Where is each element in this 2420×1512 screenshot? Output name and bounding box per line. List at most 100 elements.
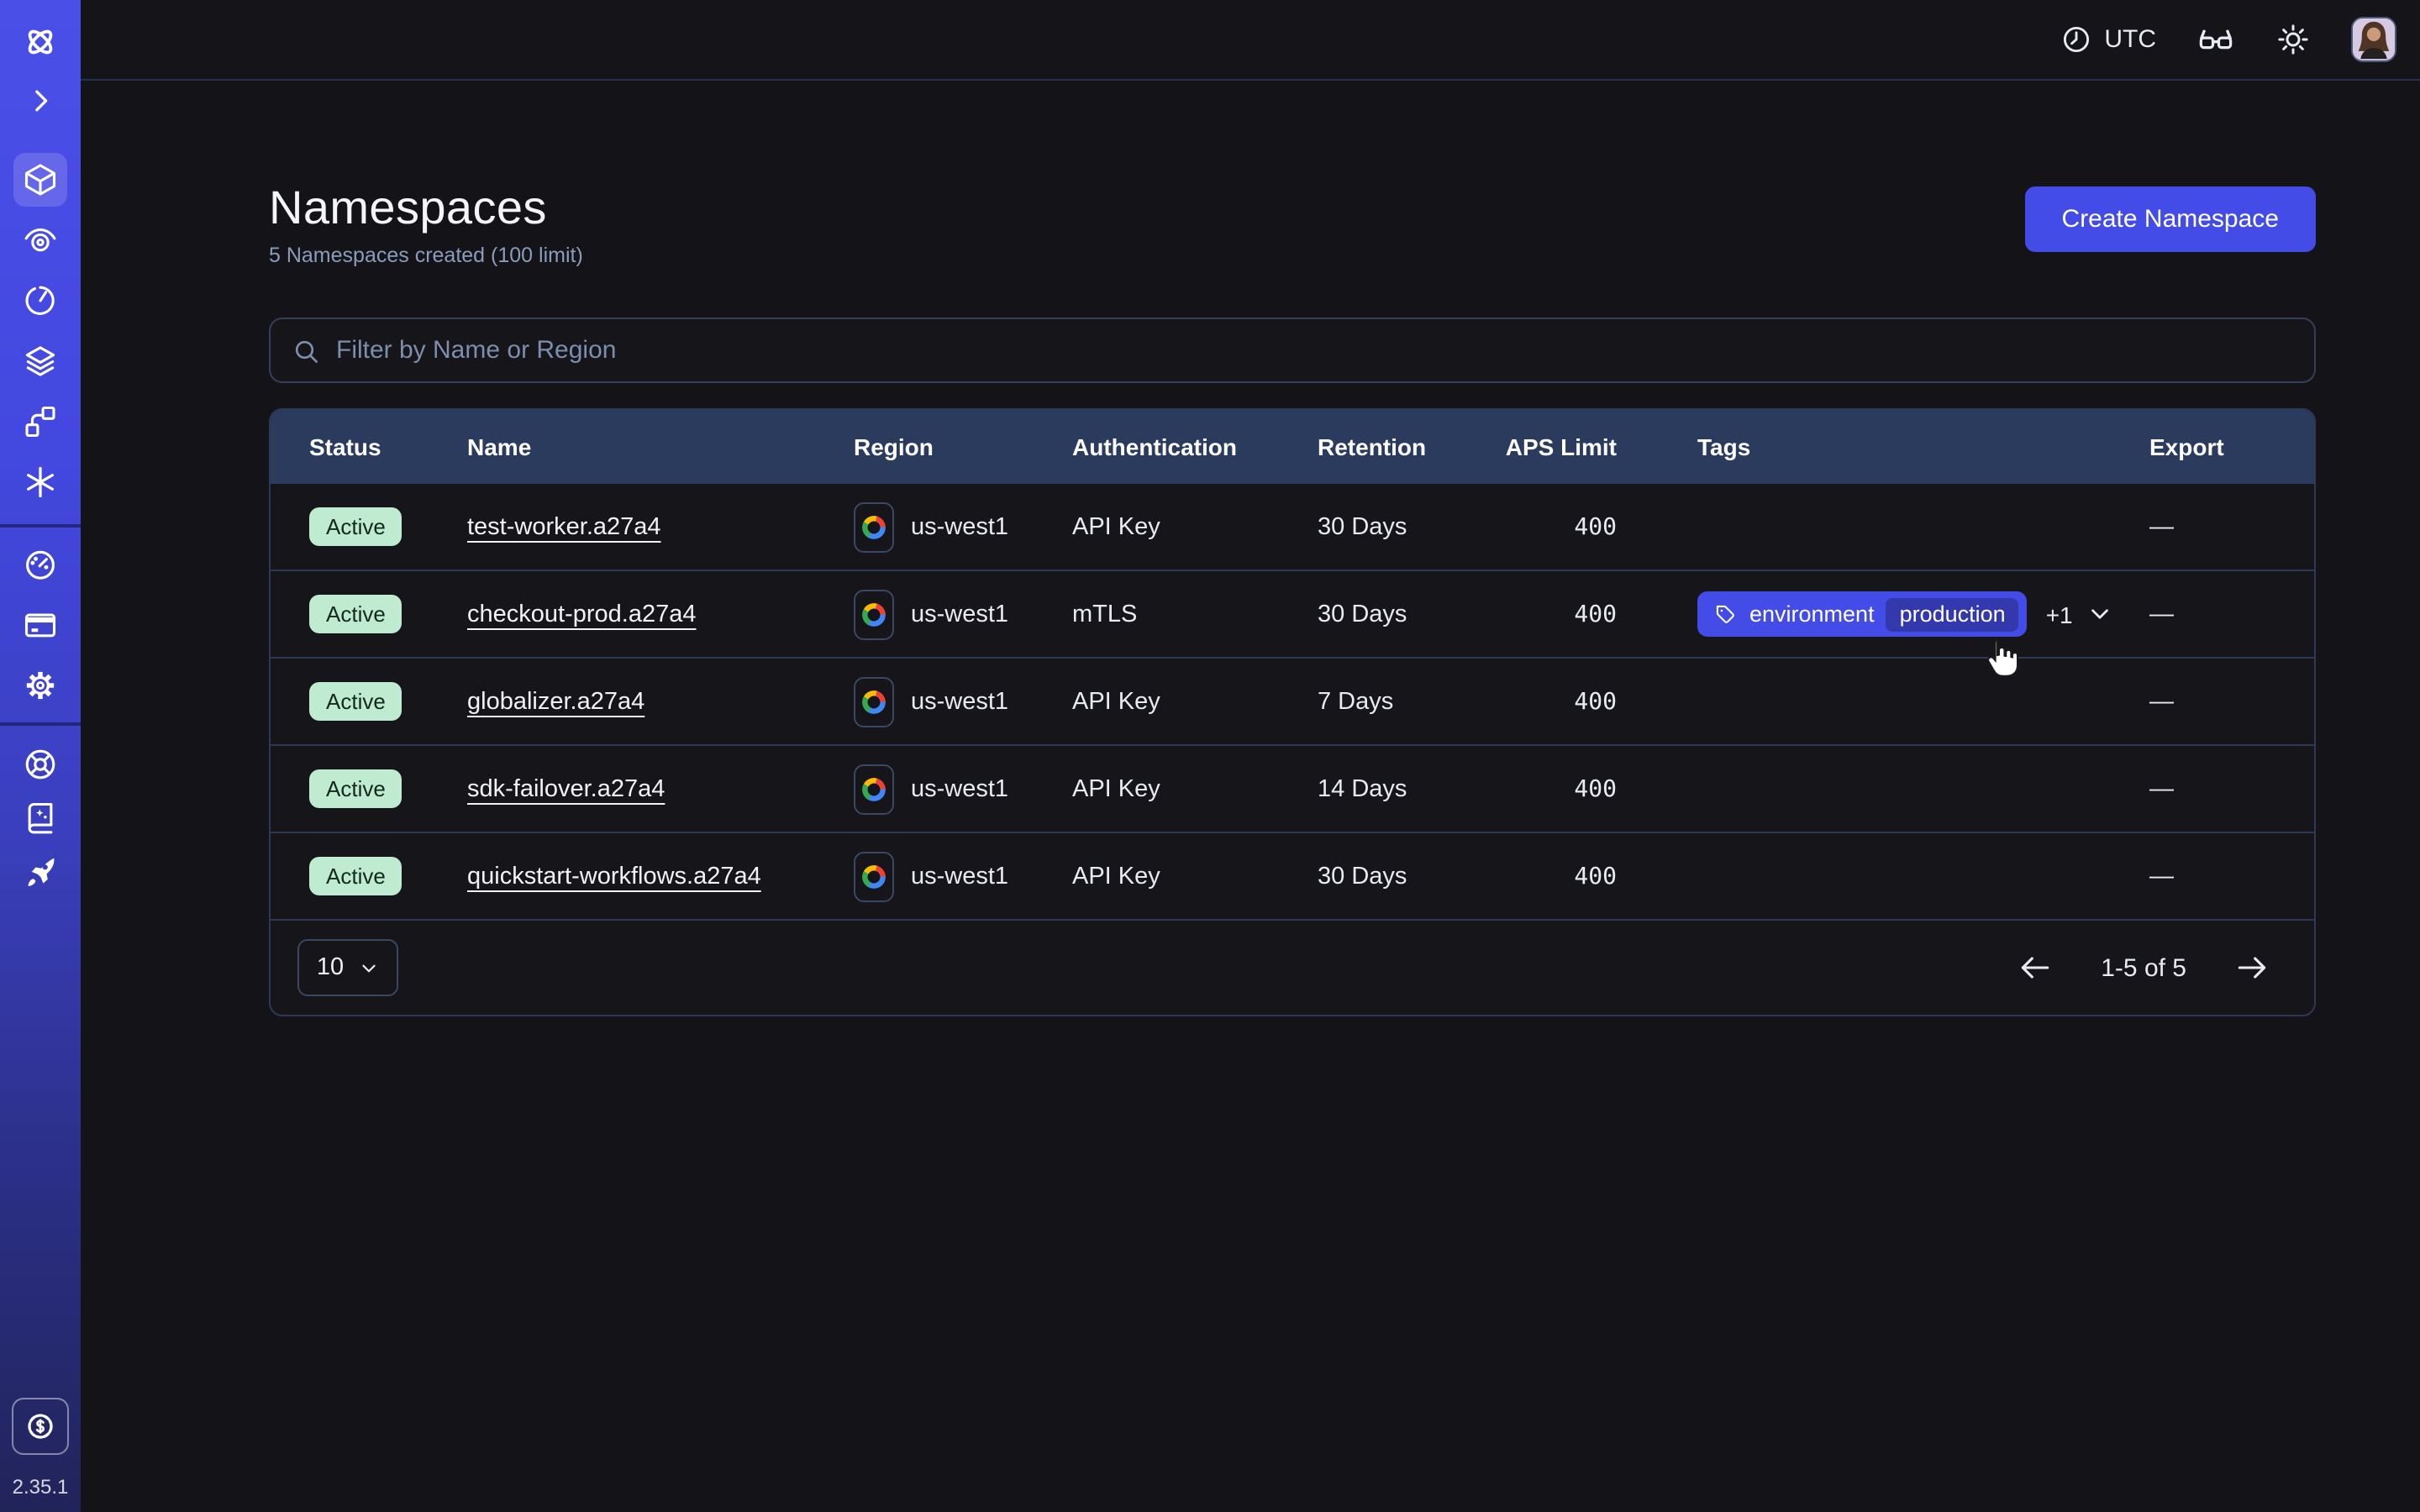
status-cell: Active [309,507,467,546]
name-cell: checkout-prod.a27a4 [467,601,854,627]
column-header-aps-limit: APS Limit [1492,433,1617,460]
sidebar-item-observability[interactable] [0,213,81,267]
table-body: Activetest-worker.a27a4us-west1API Key30… [271,484,2314,921]
authentication-cell: API Key [1072,863,1318,890]
table-header-row: StatusNameRegionAuthenticationRetentionA… [271,410,2314,484]
column-header-name: Name [467,433,854,460]
app-window: 2.35.1 UTC [0,0,2420,1512]
status-cell: Active [309,857,467,895]
chevron-down-icon [2086,600,2115,628]
name-cell: test-worker.a27a4 [467,513,854,540]
gcp-icon [854,764,894,814]
column-header-export: Export [2149,433,2316,460]
tags-expand-button[interactable] [2086,600,2115,628]
sidebar-item-support[interactable] [0,738,81,791]
sidebar-collapse-toggle[interactable] [0,76,81,126]
region-cell: us-west1 [854,851,1072,901]
namespace-link[interactable]: test-worker.a27a4 [467,513,661,540]
retention-cell: 30 Days [1318,601,1492,627]
region-label: us-west1 [911,513,1008,540]
cube-icon [22,161,59,198]
tag-value: production [1886,597,2019,631]
status-badge: Active [309,595,402,633]
aps-limit-cell: 400 [1492,513,1617,540]
clock-icon [2060,24,2092,55]
authentication-cell: API Key [1072,775,1318,802]
gcp-logo-ring [862,777,886,801]
previous-page-button[interactable] [2013,946,2057,990]
table-footer: 10 1-5 of 5 [271,921,2314,1015]
sidebar-item-billing[interactable] [0,598,81,652]
gear-icon [22,667,59,704]
filter-input[interactable] [336,336,2294,365]
sidebar-item-schedules[interactable] [0,274,81,328]
status-cell: Active [309,769,467,808]
page-title: Namespaces [269,181,583,235]
sidebar-item-usage[interactable] [0,538,81,591]
sidebar-item-deployments[interactable] [0,334,81,388]
avatar-portrait [2353,17,2395,60]
credits-button[interactable] [12,1398,69,1455]
region-label: us-west1 [911,601,1008,627]
theme-toggle-button[interactable] [2275,22,2311,57]
namespace-link[interactable]: sdk-failover.a27a4 [467,775,665,802]
name-cell: quickstart-workflows.a27a4 [467,863,854,890]
retention-cell: 7 Days [1318,688,1492,715]
status-badge: Active [309,682,402,721]
sidebar-item-namespaces[interactable] [0,153,81,207]
next-page-button[interactable] [2230,946,2274,990]
sidebar-divider [0,524,81,528]
status-badge: Active [309,769,402,808]
page-content: Namespaces 5 Namespaces created (100 lim… [81,81,2420,1016]
tag-pill[interactable]: environment production [1697,591,2028,637]
sidebar-divider [0,722,81,726]
sidebar-item-batch-operations[interactable] [0,455,81,509]
sidebar-item-settings[interactable] [0,659,81,712]
labs-toggle-button[interactable] [2196,20,2235,59]
gcp-logo-ring [862,515,886,538]
sidebar-item-home[interactable] [0,17,81,67]
tag-key: environment [1749,601,1875,627]
column-header-authentication: Authentication [1072,433,1318,460]
page-size-select[interactable]: 10 [297,939,398,996]
table-row: Active globalizer.a27a4 us-west1 API Key7 D… [271,659,2314,746]
region-label: us-west1 [911,688,1008,715]
namespaces-table: StatusNameRegionAuthenticationRetentionA… [269,408,2316,1016]
create-namespace-button[interactable]: Create Namespace [2025,186,2316,252]
layers-icon [22,343,59,380]
namespace-count-subtitle: 5 Namespaces created (100 limit) [269,244,583,267]
gcp-logo-ring [862,602,886,626]
credit-card-icon [22,606,59,643]
pagination-range-label: 1-5 of 5 [2101,953,2186,982]
sidebar-item-getting-started[interactable] [0,845,81,899]
region-cell: us-west1 [854,501,1072,552]
namespace-link[interactable]: quickstart-workflows.a27a4 [467,863,761,890]
sidebar-item-docs[interactable] [0,791,81,845]
timezone-button[interactable]: UTC [2060,24,2156,55]
column-header-status: Status [309,433,467,460]
user-avatar[interactable] [2351,17,2396,62]
aps-limit-cell: 400 [1492,601,1617,627]
life-buoy-icon [22,746,59,783]
search-icon [291,335,321,365]
timezone-label: UTC [2104,25,2156,54]
tags-cell: environment production +1 [1617,591,2149,637]
table-row: Activetest-worker.a27a4us-west1API Key30… [271,484,2314,571]
retention-cell: 30 Days [1318,863,1492,890]
namespace-link[interactable]: globalizer.a27a4 [467,688,644,715]
sidebar-item-nexus[interactable] [0,395,81,449]
gcp-icon [854,501,894,552]
app-version: 2.35.1 [13,1475,69,1499]
branch-nodes-icon [22,403,59,440]
namespace-link[interactable]: checkout-prod.a27a4 [467,601,697,627]
timer-icon [22,282,59,319]
rocket-icon [22,853,59,890]
table-row: Activecheckout-prod.a27a4us-west1mTLS30 … [271,571,2314,659]
tags-more-count: +1 [2046,601,2073,627]
authentication-cell: API Key [1072,688,1318,715]
page-size-value: 10 [317,954,344,981]
aps-limit-cell: 400 [1492,863,1617,890]
temporal-logo-icon [20,22,60,62]
export-cell: — [2149,601,2316,627]
table-row: Activequickstart-workflows.a27a4 us-west1… [271,833,2314,921]
